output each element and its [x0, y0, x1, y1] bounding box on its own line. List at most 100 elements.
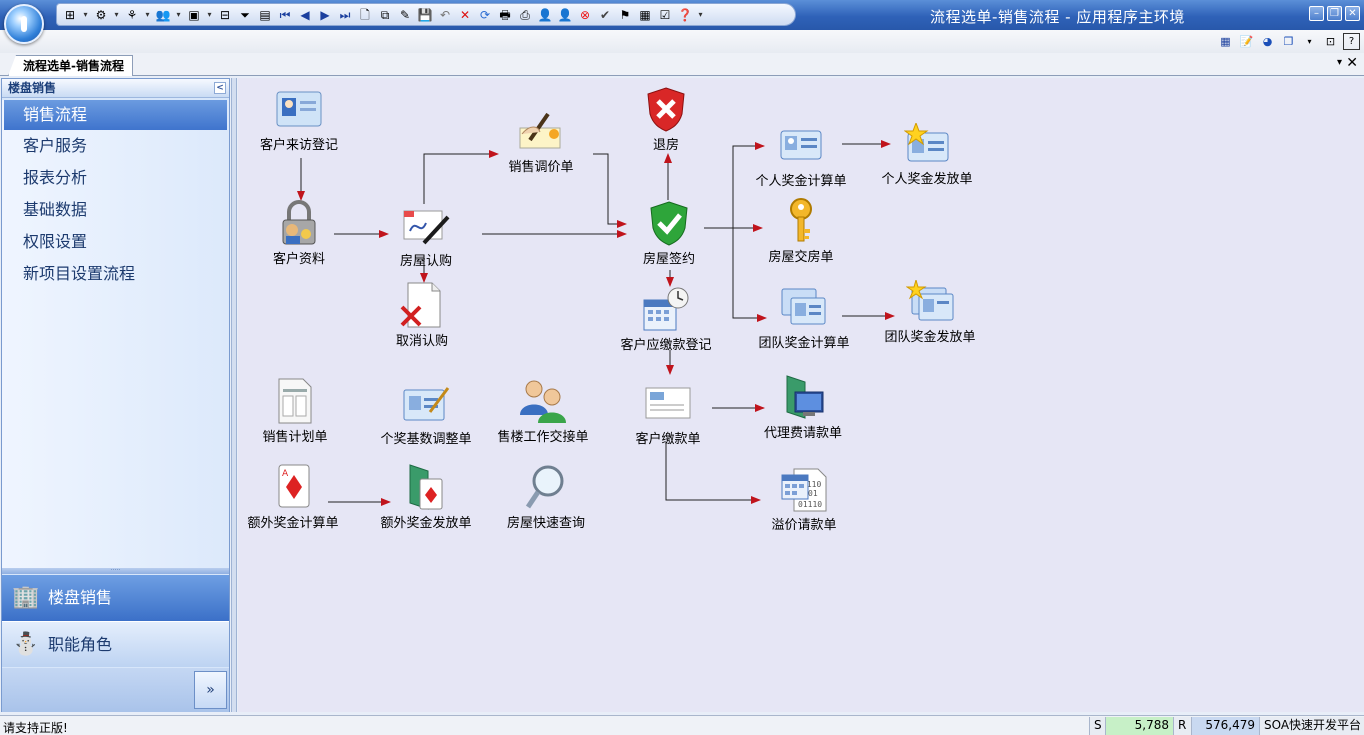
cancel-icon[interactable]: ⊗ — [576, 6, 594, 23]
report-icon[interactable]: ▦ — [636, 6, 654, 23]
sidebar-list: 销售流程 客户服务 报表分析 基础数据 权限设置 新项目设置流程 — [2, 100, 229, 570]
section-property-sales[interactable]: 🏢 楼盘销售 — [2, 575, 229, 621]
node-extra-bonus-pay[interactable]: 额外奖金发放单 — [366, 464, 486, 531]
node-personal-bonus-pay[interactable]: 个人奖金发放单 — [867, 120, 987, 187]
node-sales-plan[interactable]: 销售计划单 — [235, 378, 355, 445]
red-shield-icon — [641, 86, 691, 132]
tab-menu-icon[interactable]: ▾ — [1337, 57, 1342, 68]
node-agent-fee[interactable]: 代理费请款单 — [743, 374, 863, 441]
status-app-name: SOA快速开发平台 — [1259, 717, 1364, 735]
last-record-icon[interactable]: ⏭ — [336, 6, 354, 23]
flow-canvas: 客户来访登记 客户资料 房屋认购 取消认购 销售调价单 退房 房屋签约 客户应缴… — [238, 78, 1364, 712]
save-icon[interactable]: 💾 — [416, 6, 434, 23]
sidebar-item-new-project[interactable]: 新项目设置流程 — [2, 258, 229, 290]
document-tab-bar: 流程选单-销售流程 ▾ ✕ — [0, 53, 1364, 76]
print-icon[interactable]: 🖶 — [496, 6, 514, 23]
sidebar-item-customer-service[interactable]: 客户服务 — [2, 130, 229, 162]
expand-sections-button[interactable]: » — [194, 671, 227, 709]
org-chart-icon[interactable]: ⊟ — [216, 6, 234, 23]
tab-close-icon[interactable]: ✕ — [1346, 55, 1358, 71]
section-roles[interactable]: ⛄ 职能角色 — [2, 621, 229, 667]
node-house-sign[interactable]: 房屋签约 — [609, 200, 729, 267]
node-extra-bonus-calc[interactable]: A 额外奖金计算单 — [233, 464, 353, 531]
node-bonus-base-adjust[interactable]: 个奖基数调整单 — [366, 380, 486, 447]
edit-card-icon — [401, 380, 451, 426]
node-handover[interactable]: 房屋交房单 — [741, 198, 861, 265]
previous-record-icon[interactable]: ◀ — [296, 6, 314, 23]
svg-text:A: A — [282, 469, 289, 479]
print-preview-icon[interactable]: ⎙ — [516, 6, 534, 23]
id-badge-icon — [776, 122, 826, 168]
delete-icon[interactable]: ✕ — [456, 6, 474, 23]
node-customer-payment[interactable]: 客户缴款单 — [608, 380, 728, 447]
calendar-clock-icon — [641, 286, 691, 332]
node-customer-profile[interactable]: 客户资料 — [239, 200, 359, 267]
pie-chart-icon[interactable]: ◕ — [1259, 33, 1276, 50]
window-icon[interactable]: ▣ — [185, 6, 203, 23]
node-work-handoff[interactable]: 售楼工作交接单 — [483, 378, 603, 445]
dropdown-icon[interactable]: ▾ — [81, 6, 90, 23]
svg-text:01110: 01110 — [798, 500, 822, 509]
node-price-adjust[interactable]: 销售调价单 — [481, 108, 601, 175]
undo-icon[interactable]: ↶ — [436, 6, 454, 23]
close-button[interactable]: ✕ — [1345, 6, 1360, 21]
node-team-bonus-pay[interactable]: 团队奖金发放单 — [870, 278, 990, 345]
node-customer-visit[interactable]: 客户来访登记 — [239, 86, 359, 153]
grid-icon[interactable]: ▦ — [1217, 33, 1234, 50]
user-icon[interactable]: 👤 — [536, 6, 554, 23]
node-cancel-subscribe[interactable]: 取消认购 — [362, 282, 482, 349]
user-grey-icon[interactable]: 👤 — [556, 6, 574, 23]
settings-icon[interactable]: ⚙ — [92, 6, 110, 23]
app-menu-button[interactable] — [4, 4, 44, 44]
dropdown-icon[interactable]: ▾ — [174, 6, 183, 23]
sidebar-resize-grip[interactable]: ····· — [2, 568, 229, 574]
lock-user-icon — [274, 200, 324, 246]
checklist-icon[interactable]: ☑ — [656, 6, 674, 23]
filter-icon[interactable]: ⏷ — [236, 6, 254, 23]
node-premium-request[interactable]: 1110 01 01110 溢价请款单 — [744, 466, 864, 533]
tab-sales-flow[interactable]: 流程选单-销售流程 — [8, 55, 133, 76]
node-refund[interactable]: 退房 — [606, 86, 726, 153]
node-house-subscribe[interactable]: 房屋认购 — [366, 202, 486, 269]
first-record-icon[interactable]: ⏮ — [276, 6, 294, 23]
status-bar: 请支持正版! S 5,788 R 576,479 SOA快速开发平台 — [0, 715, 1364, 735]
secondary-toolbar: ▦ 📝 ◕ ❐ ▾ ⊡ ? — [0, 30, 1364, 53]
sidebar-item-sales-flow[interactable]: 销售流程 — [4, 100, 227, 130]
magnifier-icon — [521, 464, 571, 510]
collapse-icon[interactable]: < — [214, 82, 226, 94]
audit-icon[interactable]: ⚑ — [616, 6, 634, 23]
node-quick-query[interactable]: 房屋快速查询 — [486, 464, 606, 531]
node-team-bonus-calc[interactable]: 团队奖金计算单 — [744, 284, 864, 351]
node-personal-bonus-calc[interactable]: 个人奖金计算单 — [741, 122, 861, 189]
help-bubble-icon[interactable]: ❓ — [676, 6, 694, 23]
status-message: 请支持正版! — [3, 721, 68, 735]
refresh-icon[interactable]: ⟳ — [476, 6, 494, 23]
new-document-icon[interactable]: 🗋 — [356, 6, 374, 23]
users-icon[interactable]: 👥 — [154, 6, 172, 23]
tree-view-icon[interactable]: ⊞ — [61, 6, 79, 23]
windows-icon[interactable]: ❐ — [1280, 33, 1297, 50]
copy-document-icon[interactable]: ⧉ — [376, 6, 394, 23]
node-payable-register[interactable]: 客户应缴款登记 — [606, 286, 726, 353]
form-icon[interactable]: ▤ — [256, 6, 274, 23]
dropdown-icon[interactable]: ▾ — [1301, 33, 1318, 50]
minimize-button[interactable]: – — [1309, 6, 1324, 21]
edit-document-icon[interactable]: ✎ — [396, 6, 414, 23]
dropdown-icon[interactable]: ▾ — [143, 6, 152, 23]
restore-button[interactable]: ❐ — [1327, 6, 1342, 21]
hierarchy-icon[interactable]: ⚘ — [123, 6, 141, 23]
dropdown-icon[interactable]: ▾ — [112, 6, 121, 23]
dropdown-icon[interactable]: ▾ — [205, 6, 214, 23]
key-icon — [776, 198, 826, 244]
expand-icon[interactable]: ⊡ — [1322, 33, 1339, 50]
next-record-icon[interactable]: ▶ — [316, 6, 334, 23]
plan-document-icon — [270, 378, 320, 424]
help-icon[interactable]: ? — [1343, 33, 1360, 50]
customize-dropdown-icon[interactable]: ▾ — [696, 6, 705, 23]
sidebar-item-base-data[interactable]: 基础数据 — [2, 194, 229, 226]
sidebar-item-reports[interactable]: 报表分析 — [2, 162, 229, 194]
section-label: 楼盘销售 — [48, 588, 113, 607]
notes-icon[interactable]: 📝 — [1238, 33, 1255, 50]
approve-icon[interactable]: ✔ — [596, 6, 614, 23]
sidebar-item-permissions[interactable]: 权限设置 — [2, 226, 229, 258]
